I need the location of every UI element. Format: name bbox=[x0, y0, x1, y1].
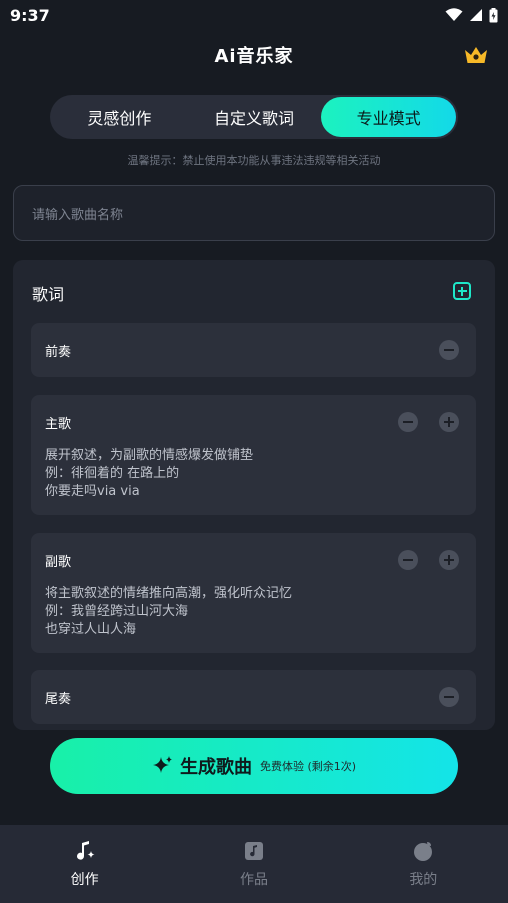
tab-inspiration[interactable]: 灵感创作 bbox=[52, 97, 187, 137]
hint-line: 将主歌叙述的情绪推向高潮，强化听众记忆 bbox=[45, 586, 293, 601]
remove-section-button[interactable] bbox=[398, 550, 418, 570]
section-card-outro: 尾奏 bbox=[31, 670, 476, 724]
nav-label: 作品 bbox=[239, 872, 268, 888]
generate-label: 生成歌曲 bbox=[179, 757, 252, 778]
generate-song-button[interactable]: 生成歌曲 免费体验 (剩余1次) bbox=[50, 738, 458, 794]
bottom-nav: 创作 作品 我的 bbox=[0, 825, 508, 903]
section-label: 副歌 bbox=[45, 555, 72, 570]
section-hint[interactable]: 展开叙述，为副歌的情感爆发做铺垫 例：徘徊着的 在路上的 你要走吗via via bbox=[45, 447, 253, 501]
wifi-icon bbox=[445, 8, 463, 21]
hint-line: 也穿过人山人海 bbox=[45, 622, 137, 637]
add-section-button[interactable] bbox=[453, 282, 471, 300]
nav-label: 创作 bbox=[70, 872, 99, 888]
hint-line: 例：徘徊着的 在路上的 bbox=[45, 466, 180, 481]
battery-icon bbox=[489, 7, 498, 22]
section-label: 主歌 bbox=[45, 417, 72, 432]
music-note-sparkle-icon bbox=[76, 841, 95, 860]
profile-icon bbox=[414, 842, 433, 861]
hint-line: 展开叙述，为副歌的情感爆发做铺垫 bbox=[45, 448, 254, 463]
app-header: Ai音乐家 bbox=[0, 38, 508, 72]
remove-section-button[interactable] bbox=[398, 412, 418, 432]
sparkle-icon bbox=[152, 756, 172, 773]
crown-icon[interactable] bbox=[463, 42, 489, 68]
status-bar: 9:37 bbox=[0, 0, 508, 30]
music-album-icon bbox=[244, 842, 263, 860]
nav-item-create[interactable]: 创作 bbox=[0, 825, 169, 903]
warning-text: 温馨提示：禁止使用本功能从事违法违规等相关活动 bbox=[127, 154, 381, 167]
hint-line: 例：我曾经跨过山河大海 bbox=[45, 604, 189, 619]
status-time: 9:37 bbox=[10, 5, 50, 25]
generate-sub-label: 免费体验 (剩余1次) bbox=[259, 760, 357, 773]
add-line-button[interactable] bbox=[439, 412, 459, 432]
section-label: 尾奏 bbox=[45, 692, 72, 707]
song-name-input[interactable]: 请输入歌曲名称 bbox=[13, 185, 495, 241]
remove-section-button[interactable] bbox=[439, 340, 459, 360]
lyrics-title: 歌词 bbox=[32, 285, 65, 304]
add-line-button[interactable] bbox=[439, 550, 459, 570]
mode-tabs: 灵感创作 自定义歌词 专业模式 bbox=[50, 95, 458, 139]
nav-label: 我的 bbox=[409, 872, 438, 888]
app-title: Ai音乐家 bbox=[214, 46, 294, 67]
cellular-signal-icon bbox=[470, 9, 482, 21]
lyrics-panel: 歌词 前奏 主歌 展开叙述，为副歌的情感爆发做铺垫 例：徘徊着的 在路上的 你要… bbox=[13, 260, 495, 730]
remove-section-button[interactable] bbox=[439, 687, 459, 707]
section-card-intro: 前奏 bbox=[31, 323, 476, 377]
section-label: 前奏 bbox=[45, 345, 72, 360]
nav-item-profile[interactable]: 我的 bbox=[339, 825, 508, 903]
tab-professional[interactable]: 专业模式 bbox=[321, 97, 457, 137]
section-hint[interactable]: 将主歌叙述的情绪推向高潮，强化听众记忆 例：我曾经跨过山河大海 也穿过人山人海 bbox=[45, 585, 292, 639]
tab-custom-lyrics[interactable]: 自定义歌词 bbox=[187, 97, 322, 137]
section-card-chorus: 副歌 将主歌叙述的情绪推向高潮，强化听众记忆 例：我曾经跨过山河大海 也穿过人山… bbox=[31, 533, 476, 653]
section-card-verse: 主歌 展开叙述，为副歌的情感爆发做铺垫 例：徘徊着的 在路上的 你要走吗via … bbox=[31, 395, 476, 515]
nav-item-works[interactable]: 作品 bbox=[169, 825, 338, 903]
status-icons bbox=[445, 7, 498, 23]
hint-line: 你要走吗via via bbox=[45, 484, 140, 499]
